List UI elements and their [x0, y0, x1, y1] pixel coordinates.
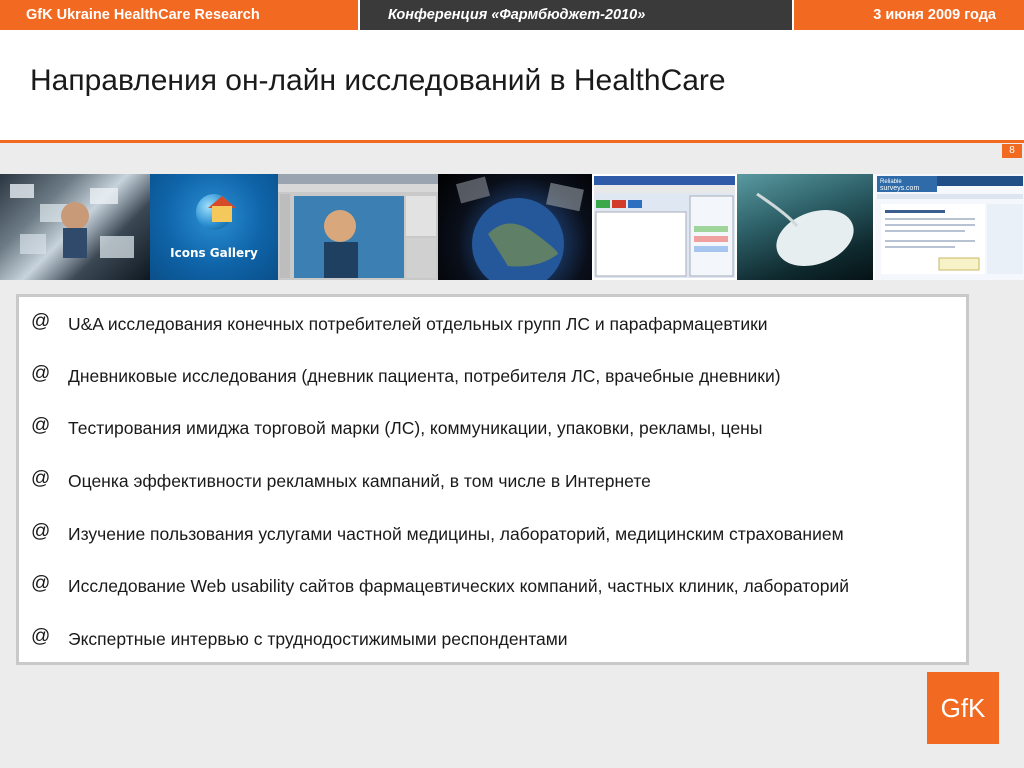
image-strip: Icons Gallery Reliable surveys.com	[0, 174, 1024, 280]
list-item: @ Дневниковые исследования (дневник паци…	[31, 363, 961, 393]
editor-window-illustration	[278, 174, 438, 278]
website-illustration: Reliable surveys.com	[877, 176, 1023, 274]
list-item-text: Оценка эффективности рекламных кампаний,…	[68, 471, 651, 491]
computer-mouse-image	[737, 174, 873, 280]
list-item: @ Исследование Web usability сайтов фарм…	[31, 573, 961, 603]
slide-title: Направления он-лайн исследований в Healt…	[30, 64, 726, 97]
list-item-text: U&A исследования конечных потребителей о…	[68, 314, 768, 334]
list-item-text: Изучение пользования услугами частной ме…	[68, 524, 844, 544]
list-item: @ Изучение пользования услугами частной …	[31, 521, 961, 551]
list-item-text: Экспертные интервью с труднодостижимыми …	[68, 629, 568, 649]
at-bullet-icon: @	[31, 363, 51, 384]
icons-gallery-label: Icons Gallery	[170, 246, 258, 260]
at-bullet-icon: @	[31, 468, 51, 489]
mouse-illustration	[756, 192, 854, 267]
gfk-logo: GfK	[927, 672, 999, 744]
earth-illustration	[455, 176, 584, 280]
list-item-text: Тестирования имиджа торговой марки (ЛС),…	[68, 418, 763, 438]
at-bullet-icon: @	[31, 415, 51, 436]
title-area: Направления он-лайн исследований в Healt…	[0, 30, 1024, 140]
directions-list-box: @ U&A исследования конечных потребителей…	[16, 294, 969, 665]
earth-image	[438, 174, 592, 280]
header-center-label: Конференция «Фармбюджет-2010»	[358, 0, 794, 30]
at-bullet-icon: @	[31, 311, 51, 332]
list-item-text: Дневниковые исследования (дневник пациен…	[68, 366, 781, 386]
website-logo-subtext: surveys.com	[880, 185, 919, 192]
surveys-website-screenshot: Reliable surveys.com	[873, 174, 1024, 280]
collage-image-man-with-papers	[0, 174, 150, 280]
at-bullet-icon: @	[31, 573, 51, 594]
icons-gallery-image: Icons Gallery	[150, 174, 278, 280]
slide: GfK Ukraine HealthCare Research Конферен…	[0, 0, 1024, 768]
title-divider	[0, 140, 1024, 143]
software-window-illustration	[594, 176, 735, 277]
list-item-text: Исследование Web usability сайтов фармац…	[68, 576, 850, 596]
papers-illustration	[10, 184, 134, 258]
list-item: @ Оценка эффективности рекламных кампани…	[31, 468, 961, 498]
software-window-screenshot	[592, 174, 737, 280]
at-bullet-icon: @	[31, 521, 51, 542]
list-item: @ Тестирования имиджа торговой марки (ЛС…	[31, 415, 961, 445]
header-right-label: 3 июня 2009 года	[794, 0, 1024, 30]
page-number: 8	[1002, 144, 1022, 158]
list-item: @ Экспертные интервью с труднодостижимым…	[31, 626, 961, 656]
header-left-label: GfK Ukraine HealthCare Research	[0, 0, 358, 30]
at-bullet-icon: @	[31, 626, 51, 647]
house-icon	[212, 206, 232, 222]
header-bar: GfK Ukraine HealthCare Research Конферен…	[0, 0, 1024, 30]
list-item: @ U&A исследования конечных потребителей…	[31, 311, 961, 341]
photo-editor-screenshot	[278, 174, 438, 280]
